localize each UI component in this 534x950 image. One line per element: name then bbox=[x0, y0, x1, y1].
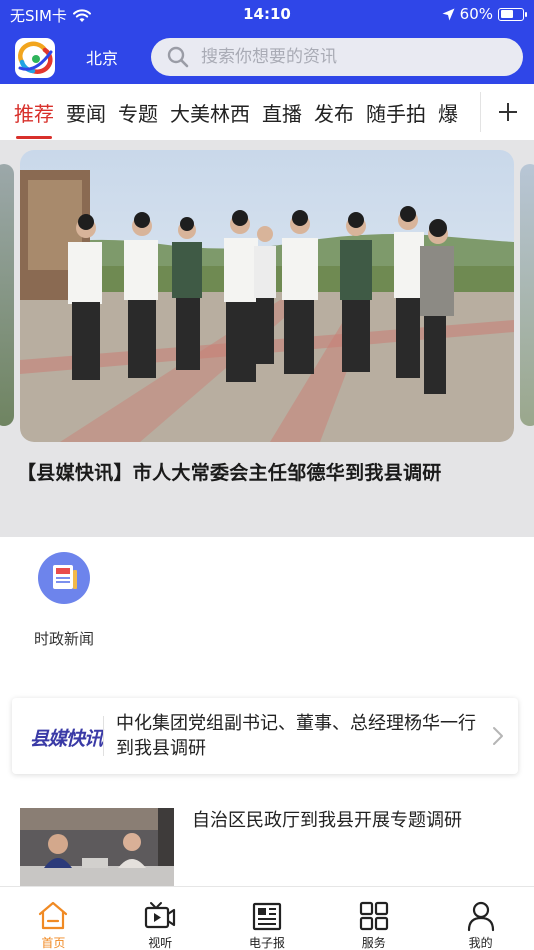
brand-logo: 县媒快讯 bbox=[30, 728, 103, 750]
nav-video[interactable]: 视听 bbox=[107, 887, 214, 950]
video-icon bbox=[145, 902, 176, 929]
tab-item[interactable]: 推荐 bbox=[14, 98, 54, 139]
nav-label: 电子报 bbox=[248, 936, 285, 950]
nav-label: 服务 bbox=[361, 936, 386, 950]
quick-entry-political-news[interactable]: 时政新闻 bbox=[24, 552, 104, 652]
chevron-right-icon bbox=[493, 727, 503, 745]
grid-icon bbox=[359, 901, 388, 931]
nav-epaper[interactable]: 电子报 bbox=[214, 887, 321, 950]
news-thumbnail bbox=[20, 808, 174, 886]
tab-item[interactable]: 随手拍 bbox=[366, 98, 426, 127]
carousel-prev-peek[interactable] bbox=[0, 164, 14, 426]
app-logo[interactable] bbox=[15, 38, 55, 78]
hero-photo-graphic bbox=[20, 150, 514, 442]
channel-tabs: 推荐 要闻 专题 大美林西 直播 发布 随手拍爆 bbox=[0, 84, 534, 140]
news-list-item[interactable]: 自治区民政厅到我县开展专题调研 bbox=[0, 796, 534, 886]
bottom-nav: 首页 视听 电子报 服务 我的 bbox=[0, 886, 534, 950]
status-right: 60% bbox=[442, 5, 527, 23]
home-icon bbox=[39, 901, 68, 930]
hero-title[interactable]: 【县媒快讯】市人大常委会主任邹德华到我县调研 bbox=[17, 458, 442, 485]
city-selector[interactable]: 北京 bbox=[86, 45, 118, 69]
quick-entry-label: 时政新闻 bbox=[33, 630, 94, 648]
tab-item[interactable]: 爆 bbox=[438, 98, 458, 127]
tab-item[interactable]: 大美林西 bbox=[170, 98, 250, 127]
nav-label: 我的 bbox=[468, 936, 493, 950]
tab-item[interactable]: 发布 bbox=[314, 98, 354, 127]
top-header: 无SIM卡 14:10 60% 北京 bbox=[0, 0, 534, 84]
hero-carousel[interactable]: 【县媒快讯】市人大常委会主任邹德华到我县调研 bbox=[0, 140, 534, 537]
news-title: 自治区民政厅到我县开展专题调研 bbox=[192, 810, 462, 831]
battery-icon bbox=[498, 7, 527, 21]
user-icon bbox=[467, 901, 494, 932]
add-channel-button[interactable] bbox=[480, 92, 534, 132]
location-arrow-icon bbox=[442, 8, 455, 20]
battery-percent: 60% bbox=[459, 5, 493, 23]
battery-level bbox=[500, 10, 514, 18]
channel-tabs-scroll[interactable]: 推荐 要闻 专题 大美林西 直播 发布 随手拍爆 bbox=[0, 84, 480, 140]
plus-icon bbox=[498, 103, 517, 121]
search-icon bbox=[167, 46, 189, 68]
nav-services[interactable]: 服务 bbox=[320, 887, 427, 950]
featured-news-card[interactable]: 县媒快讯 中化集团党组副书记、董事、总经理杨华一行到我县调研 bbox=[12, 698, 518, 774]
hero-photo[interactable] bbox=[20, 150, 514, 442]
app-logo-graphic bbox=[18, 41, 53, 74]
nav-label: 视听 bbox=[148, 936, 173, 950]
nav-profile[interactable]: 我的 bbox=[427, 887, 534, 950]
nav-home[interactable]: 首页 bbox=[0, 887, 107, 950]
featured-news-title: 中化集团党组副书记、董事、总经理杨华一行到我县调研 bbox=[116, 713, 476, 759]
search-input[interactable] bbox=[201, 47, 501, 67]
nav-label: 首页 bbox=[41, 936, 66, 950]
newspaper-icon bbox=[252, 902, 282, 931]
carousel-next-peek[interactable] bbox=[520, 164, 534, 426]
tab-item[interactable]: 直播 bbox=[262, 98, 302, 127]
newspaper-icon bbox=[38, 552, 90, 604]
card-divider bbox=[103, 716, 104, 756]
tab-item[interactable]: 专题 bbox=[118, 98, 158, 127]
status-bar: 无SIM卡 14:10 60% bbox=[0, 0, 534, 30]
tab-item[interactable]: 要闻 bbox=[66, 98, 106, 127]
search-bar[interactable] bbox=[151, 38, 523, 76]
